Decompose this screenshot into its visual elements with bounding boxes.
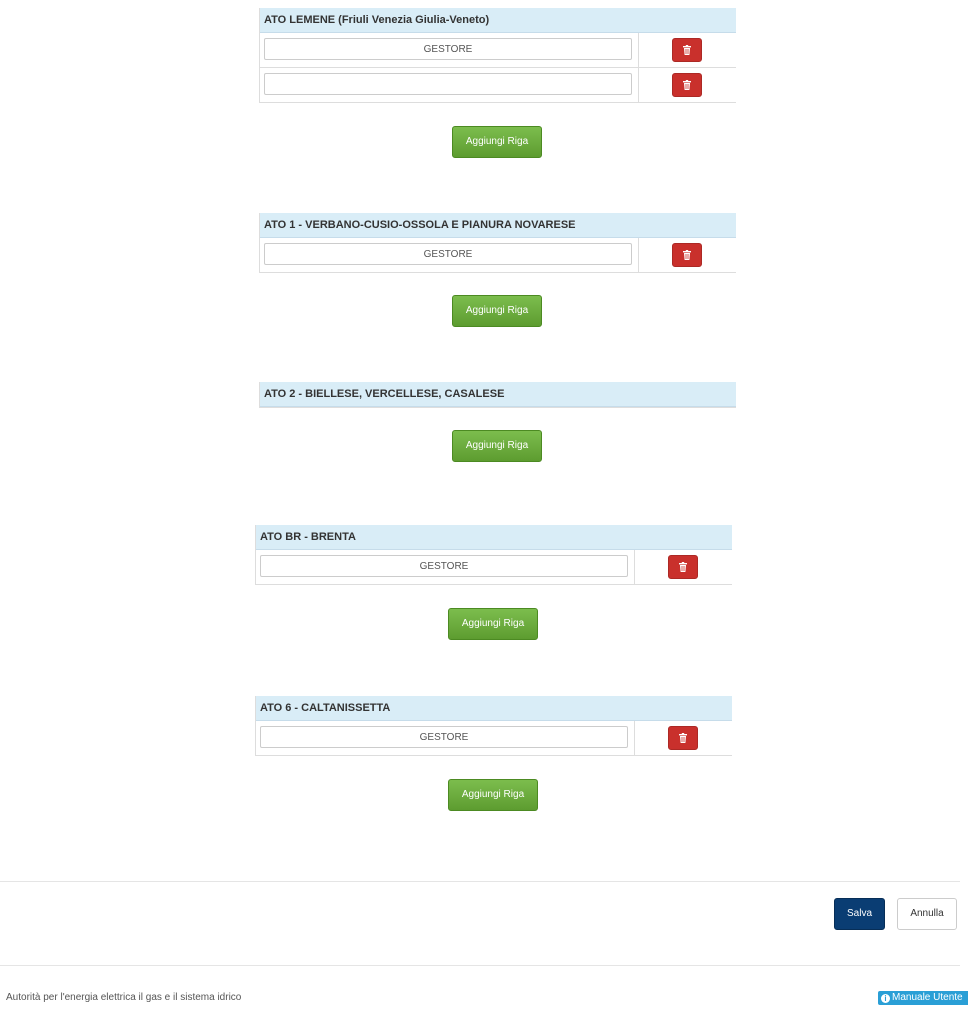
footer-text: Autorità per l'energia elettrica il gas … [6, 992, 242, 1003]
table-row [260, 33, 736, 67]
gestore-input[interactable] [260, 555, 628, 577]
info-icon: i [881, 994, 890, 1003]
ato-table: ATO LEMENE (Friuli Venezia Giulia-Veneto… [259, 8, 736, 103]
gestore-input[interactable] [260, 726, 628, 748]
table-row [256, 550, 732, 584]
gestore-input[interactable] [264, 73, 632, 95]
ato-section: ATO 6 - CALTANISSETTA [255, 696, 732, 756]
ato-table: ATO 2 - BIELLESE, VERCELLESE, CASALESE [259, 382, 736, 408]
ato-section-title: ATO 6 - CALTANISSETTA [256, 696, 732, 721]
ato-section-title: ATO 1 - VERBANO-CUSIO-OSSOLA E PIANURA N… [260, 213, 736, 238]
delete-row-button[interactable] [668, 726, 698, 750]
ato-table: ATO 1 - VERBANO-CUSIO-OSSOLA E PIANURA N… [259, 213, 736, 273]
table-row [256, 721, 732, 755]
row-divider [638, 238, 639, 272]
cancel-button[interactable]: Annulla [897, 898, 957, 930]
add-row-button[interactable]: Aggiungi Riga [452, 295, 542, 327]
row-divider [638, 68, 639, 102]
row-divider [638, 33, 639, 67]
ato-section: ATO BR - BRENTA [255, 525, 732, 585]
add-row-button[interactable]: Aggiungi Riga [452, 126, 542, 158]
ato-section: ATO 1 - VERBANO-CUSIO-OSSOLA E PIANURA N… [259, 213, 736, 273]
row-divider [634, 550, 635, 584]
user-manual-label: Manuale Utente [892, 992, 963, 1003]
divider [0, 881, 960, 882]
trash-icon [683, 80, 691, 90]
trash-icon [679, 562, 687, 572]
delete-row-button[interactable] [668, 555, 698, 579]
ato-section: ATO LEMENE (Friuli Venezia Giulia-Veneto… [259, 8, 736, 103]
table-row [260, 238, 736, 272]
user-manual-button[interactable]: i Manuale Utente [878, 991, 968, 1005]
row-divider [634, 721, 635, 755]
ato-table: ATO 6 - CALTANISSETTA [255, 696, 732, 756]
add-row-button[interactable]: Aggiungi Riga [448, 779, 538, 811]
table-row [260, 67, 736, 102]
add-row-button[interactable]: Aggiungi Riga [448, 608, 538, 640]
add-row-button[interactable]: Aggiungi Riga [452, 430, 542, 462]
gestore-input[interactable] [264, 243, 632, 265]
ato-section: ATO 2 - BIELLESE, VERCELLESE, CASALESE [259, 382, 736, 408]
trash-icon [683, 250, 691, 260]
trash-icon [679, 733, 687, 743]
delete-row-button[interactable] [672, 38, 702, 62]
divider [0, 965, 960, 966]
ato-section-title: ATO LEMENE (Friuli Venezia Giulia-Veneto… [260, 8, 736, 33]
delete-row-button[interactable] [672, 73, 702, 97]
ato-section-title: ATO 2 - BIELLESE, VERCELLESE, CASALESE [260, 382, 736, 407]
trash-icon [683, 45, 691, 55]
ato-table: ATO BR - BRENTA [255, 525, 732, 585]
ato-section-title: ATO BR - BRENTA [256, 525, 732, 550]
gestore-input[interactable] [264, 38, 632, 60]
delete-row-button[interactable] [672, 243, 702, 267]
save-button[interactable]: Salva [834, 898, 885, 930]
